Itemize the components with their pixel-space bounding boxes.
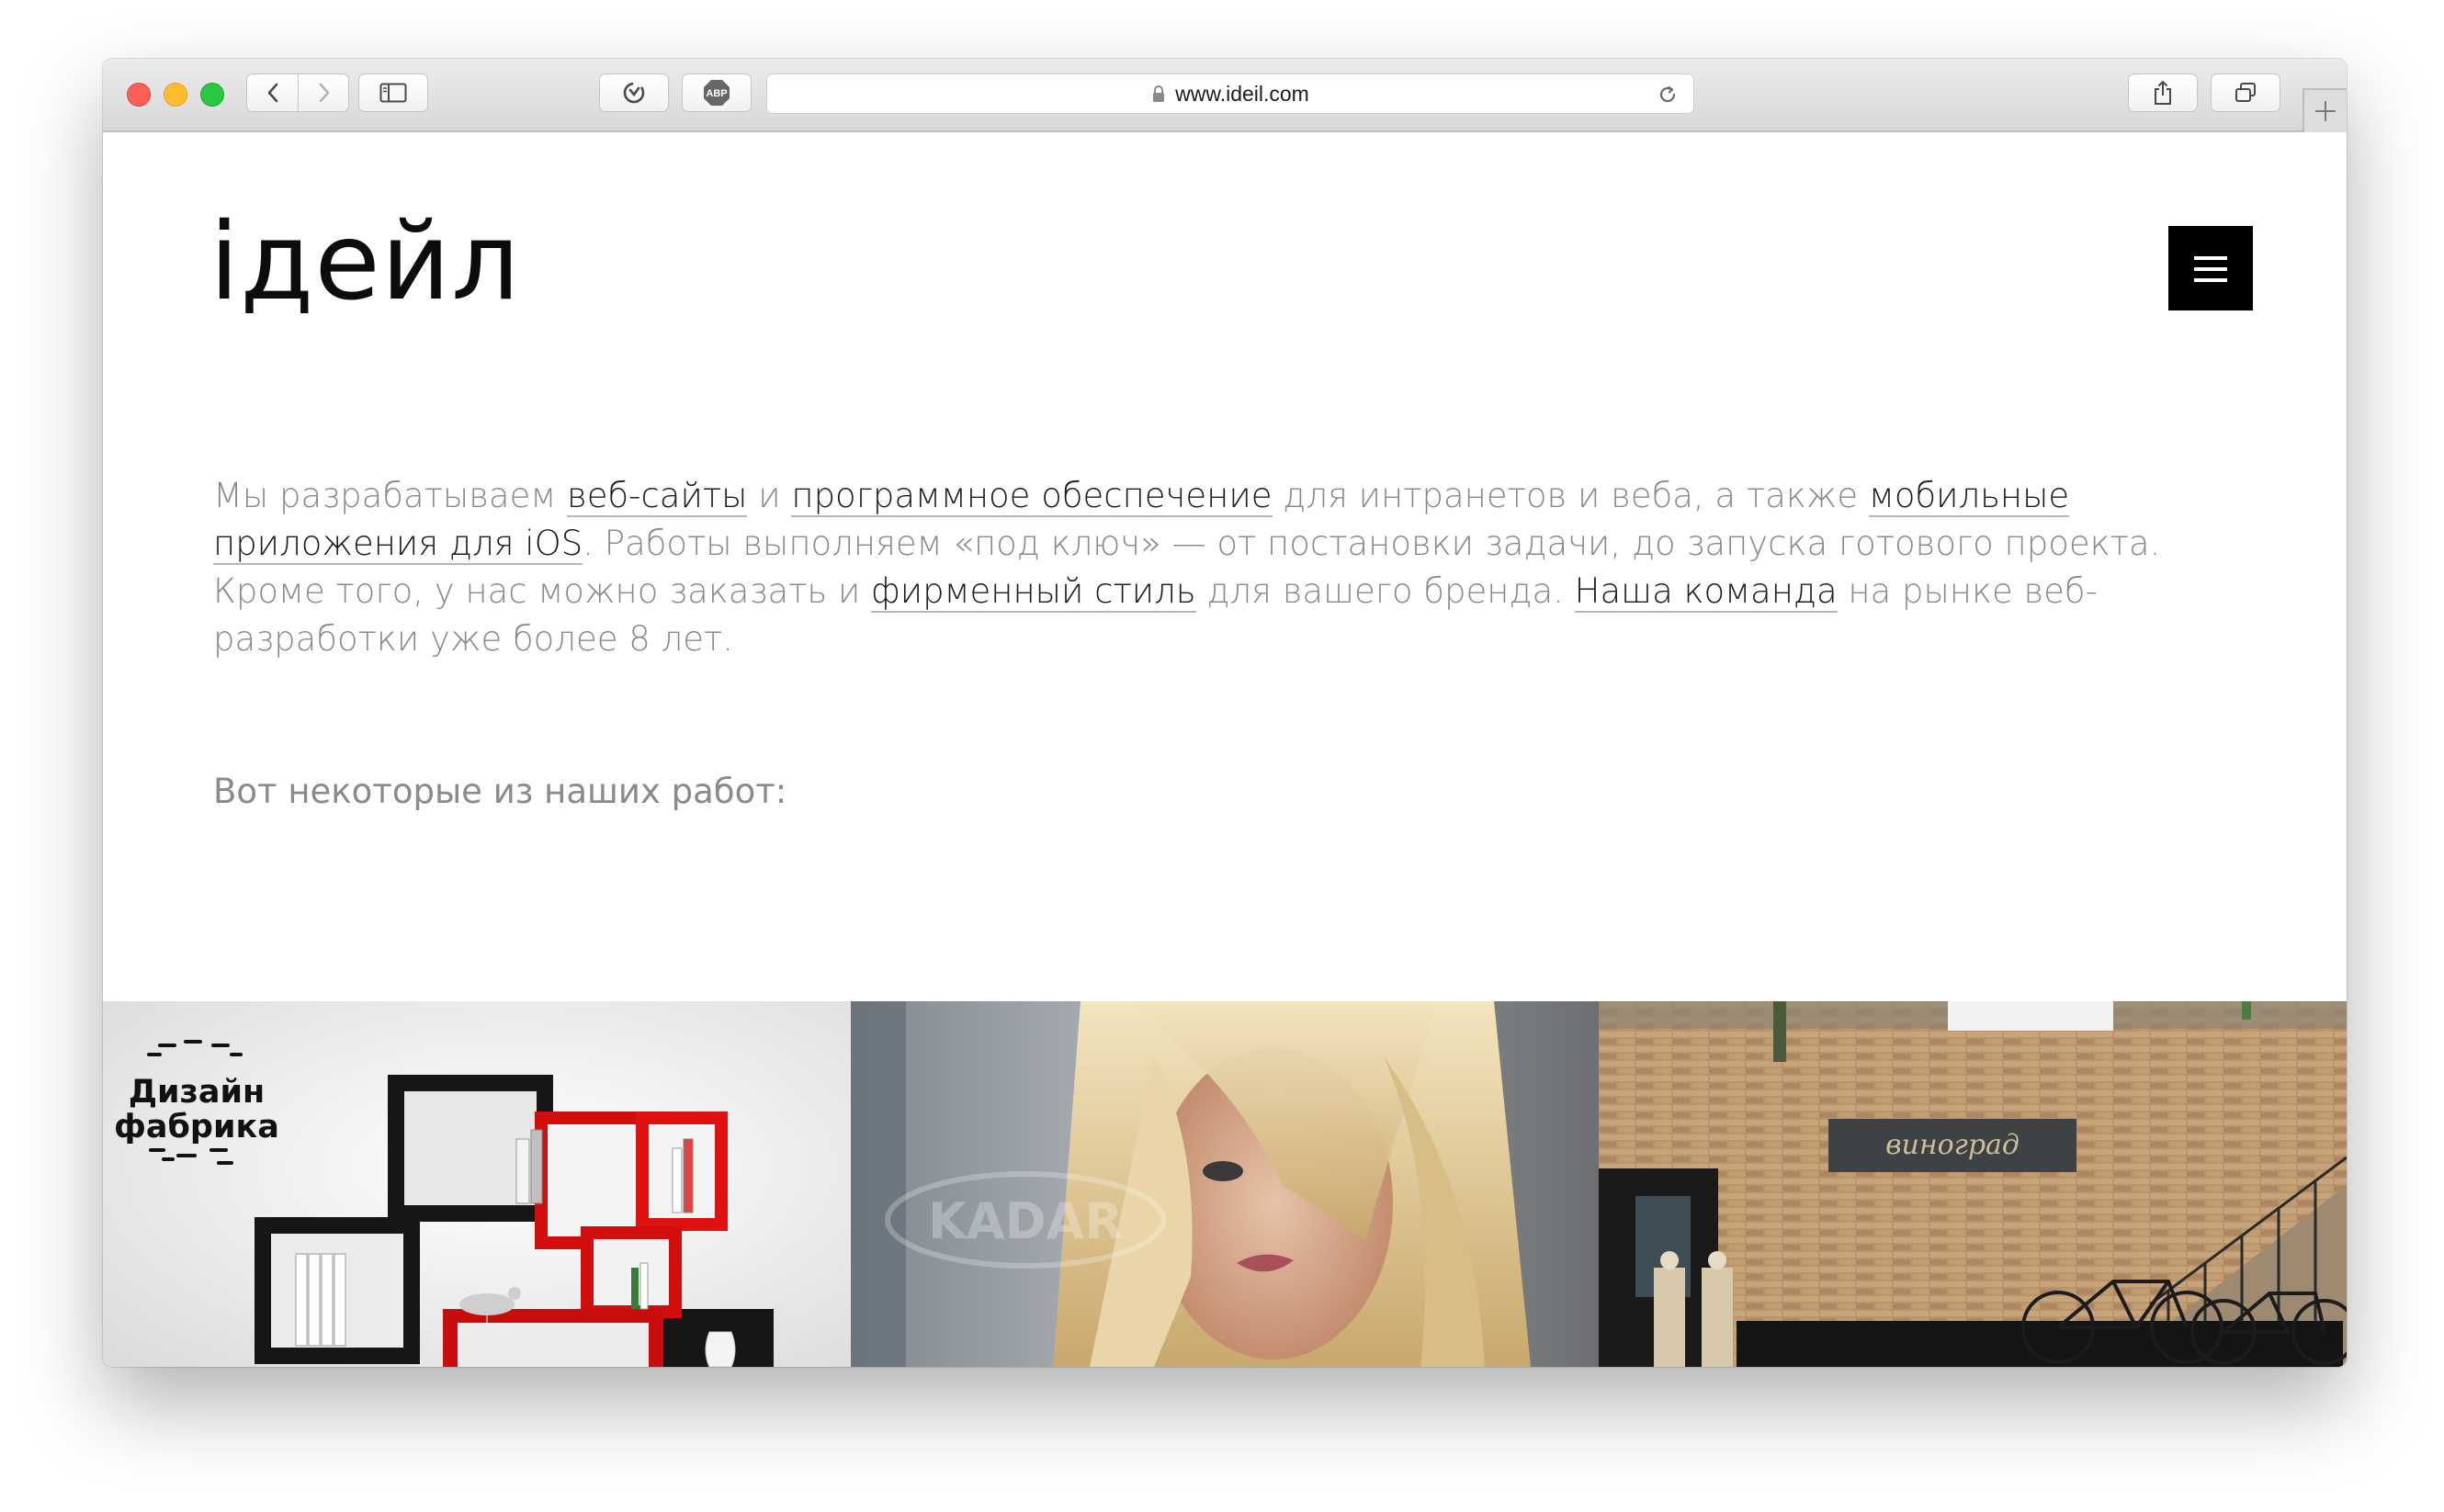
- design-factory-logo-text: Дизайн: [129, 1074, 265, 1111]
- share-icon: [2155, 80, 2171, 105]
- adblock-icon: ABP: [704, 80, 730, 106]
- link-branding[interactable]: фирменный стиль: [871, 571, 1196, 613]
- link-websites[interactable]: веб-сайты: [567, 476, 748, 517]
- intro-text: для вашего бренда.: [1195, 571, 1575, 611]
- browser-toolbar: ABP www.ideil.com: [103, 59, 2347, 132]
- vinograd-sign-text: виноград: [1885, 1129, 2020, 1161]
- tabs-icon: [2235, 83, 2256, 102]
- sidebar-button[interactable]: [358, 73, 428, 112]
- intro-text: и: [747, 476, 792, 515]
- portfolio-grid: Дизайн фабрика KADAR виноград: [103, 1001, 2347, 1367]
- back-button[interactable]: [247, 74, 298, 111]
- hamburger-icon-line: [2194, 256, 2227, 260]
- web-page: ідейл Мы разрабатываем веб-сайты и прогр…: [103, 132, 2347, 1367]
- new-tab-button[interactable]: [2303, 88, 2347, 132]
- design-factory-logo: Дизайн фабрика: [114, 1040, 279, 1165]
- lock-icon: [1153, 85, 1165, 102]
- url-text: www.ideil.com: [1175, 81, 1309, 106]
- navigation-buttons: [246, 73, 349, 112]
- hamburger-icon-line: [2194, 267, 2227, 271]
- sync-icon: [623, 82, 645, 104]
- portfolio-item-vinograd[interactable]: виноград: [1599, 1001, 2347, 1367]
- intro-text: Мы разрабатываем: [213, 476, 568, 515]
- design-factory-logo-text: фабрика: [114, 1109, 279, 1145]
- zoom-window-button[interactable]: [200, 83, 224, 107]
- link-team[interactable]: Наша команда: [1574, 571, 1838, 613]
- works-heading: Вот некоторые из наших работ:: [213, 772, 787, 811]
- brick-wall-image: виноград: [1599, 1001, 2347, 1367]
- sidebar-icon: [379, 83, 407, 103]
- forward-button[interactable]: [299, 74, 349, 111]
- portfolio-item-design-factory[interactable]: Дизайн фабрика: [103, 1001, 851, 1367]
- address-bar-content: www.ideil.com: [767, 74, 1693, 113]
- link-software[interactable]: программное обеспечение: [791, 476, 1273, 517]
- kadar-watermark: KADAR: [928, 1192, 1123, 1250]
- intro-text: для интранетов и веба, а также: [1272, 476, 1869, 515]
- tab-overview-button[interactable]: [2211, 73, 2280, 112]
- chevron-left-icon: [267, 83, 277, 103]
- browser-window: ABP www.ideil.com ідейл Мы разрабатываем…: [103, 59, 2347, 1367]
- close-window-button[interactable]: [127, 83, 151, 107]
- reload-icon[interactable]: [1657, 84, 1679, 106]
- minimize-window-button[interactable]: [164, 83, 187, 107]
- site-logo[interactable]: ідейл: [209, 209, 520, 316]
- portrait-image: KADAR: [851, 1001, 1599, 1367]
- share-button[interactable]: [2128, 73, 2198, 112]
- intro-paragraph: Мы разрабатываем веб-сайты и программное…: [213, 472, 2225, 663]
- address-bar[interactable]: www.ideil.com: [766, 73, 1694, 114]
- hamburger-icon-line: [2194, 278, 2227, 282]
- plus-icon: [2315, 101, 2336, 121]
- portfolio-item-kadar[interactable]: KADAR: [851, 1001, 1599, 1367]
- extension-button[interactable]: [599, 73, 669, 112]
- svg-text:ABP: ABP: [706, 88, 727, 99]
- adblock-button[interactable]: ABP: [682, 73, 752, 112]
- menu-button[interactable]: [2168, 226, 2253, 310]
- chevron-right-icon: [319, 83, 329, 103]
